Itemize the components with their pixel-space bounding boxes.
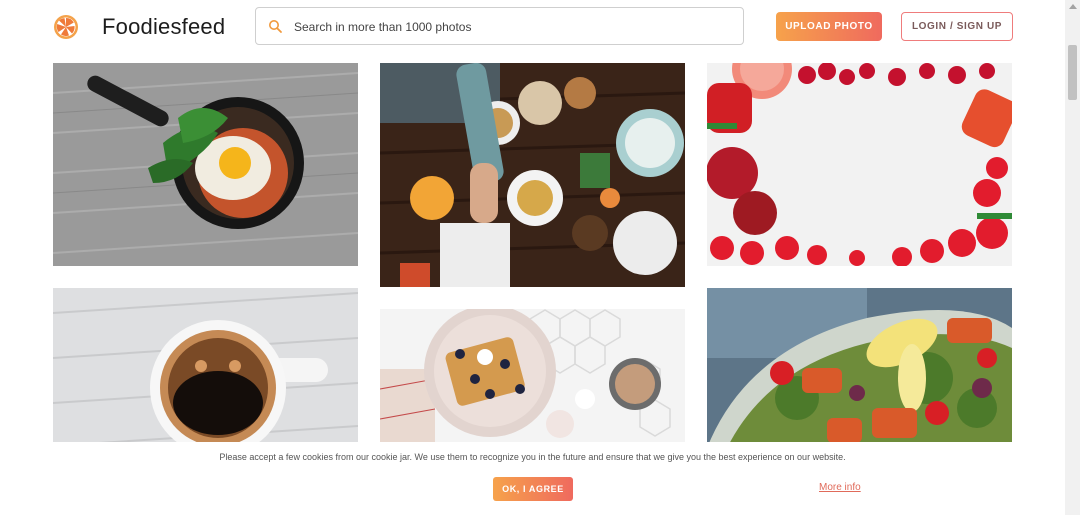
search-icon (269, 20, 282, 33)
cookie-consent-bar: Please accept a few cookies from our coo… (0, 442, 1065, 515)
waffles-breakfast-photo[interactable] (380, 309, 685, 449)
search-input[interactable] (292, 14, 736, 40)
scroll-up-icon[interactable] (1069, 4, 1077, 9)
upload-photo-button[interactable]: UPLOAD PHOTO (776, 12, 882, 41)
more-info-link[interactable]: More info (819, 482, 861, 493)
vegetables-frame-photo[interactable] (707, 63, 1012, 266)
login-signup-button[interactable]: LOGIN / SIGN UP (901, 12, 1013, 41)
brand-name[interactable]: Foodiesfeed (102, 14, 225, 40)
page-scrollbar[interactable] (1065, 0, 1080, 515)
agree-cookies-button[interactable]: OK, I AGREE (493, 477, 573, 501)
coffee-cup-photo[interactable] (53, 288, 358, 448)
cookie-message: Please accept a few cookies from our coo… (219, 452, 846, 462)
scrollbar-thumb[interactable] (1068, 45, 1077, 100)
salmon-salad-photo[interactable] (707, 288, 1012, 448)
dinner-table-photo[interactable] (380, 63, 685, 287)
search-box[interactable] (255, 7, 744, 45)
site-header: Foodiesfeed UPLOAD PHOTO LOGIN / SIGN UP (0, 0, 1065, 58)
page: Foodiesfeed UPLOAD PHOTO LOGIN / SIGN UP (0, 0, 1080, 515)
logo-icon[interactable] (53, 14, 79, 40)
egg-skillet-photo[interactable] (53, 63, 358, 266)
